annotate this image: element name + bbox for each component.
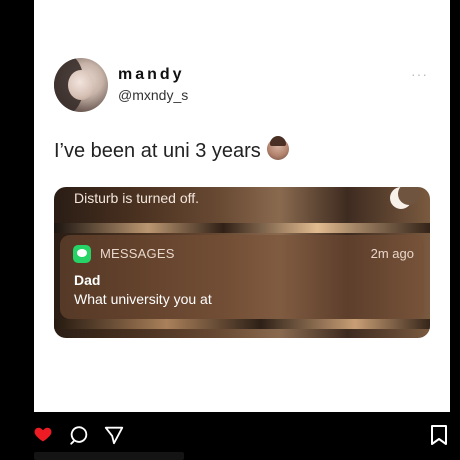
notification-time: 2m ago (370, 246, 414, 261)
screenshot-image: Disturb is turned off. MESSAGES 2m ago D… (54, 187, 430, 338)
username[interactable]: @mxndy_s (118, 87, 188, 103)
person-facepalming-emoji (266, 136, 289, 160)
share-icon[interactable] (103, 424, 125, 446)
avatar[interactable] (54, 58, 108, 112)
moon-icon (390, 187, 420, 209)
tweet-text: I’ve been at uni 3 years (54, 136, 289, 163)
tweet-text-content: I’ve been at uni 3 years (54, 140, 261, 162)
dnd-status-text: Disturb is turned off. (74, 190, 200, 206)
message-text: What university you at (74, 291, 212, 307)
heart-icon[interactable] (33, 424, 53, 444)
instagram-post-image: mandy @mxndy_s ··· I’ve been at uni 3 ye… (34, 0, 450, 412)
messages-app-icon (73, 245, 91, 263)
background-light-band (54, 223, 430, 233)
more-options-icon[interactable]: ··· (411, 66, 428, 82)
bookmark-icon[interactable] (430, 424, 448, 446)
display-name[interactable]: mandy (118, 66, 185, 84)
likes-bar (34, 452, 184, 460)
background-light-band (54, 319, 430, 329)
face (68, 70, 94, 100)
sender-name: Dad (74, 272, 101, 288)
notification-banner: MESSAGES 2m ago Dad What university you … (60, 235, 424, 319)
comment-icon[interactable] (68, 424, 90, 446)
app-name: MESSAGES (100, 246, 175, 261)
